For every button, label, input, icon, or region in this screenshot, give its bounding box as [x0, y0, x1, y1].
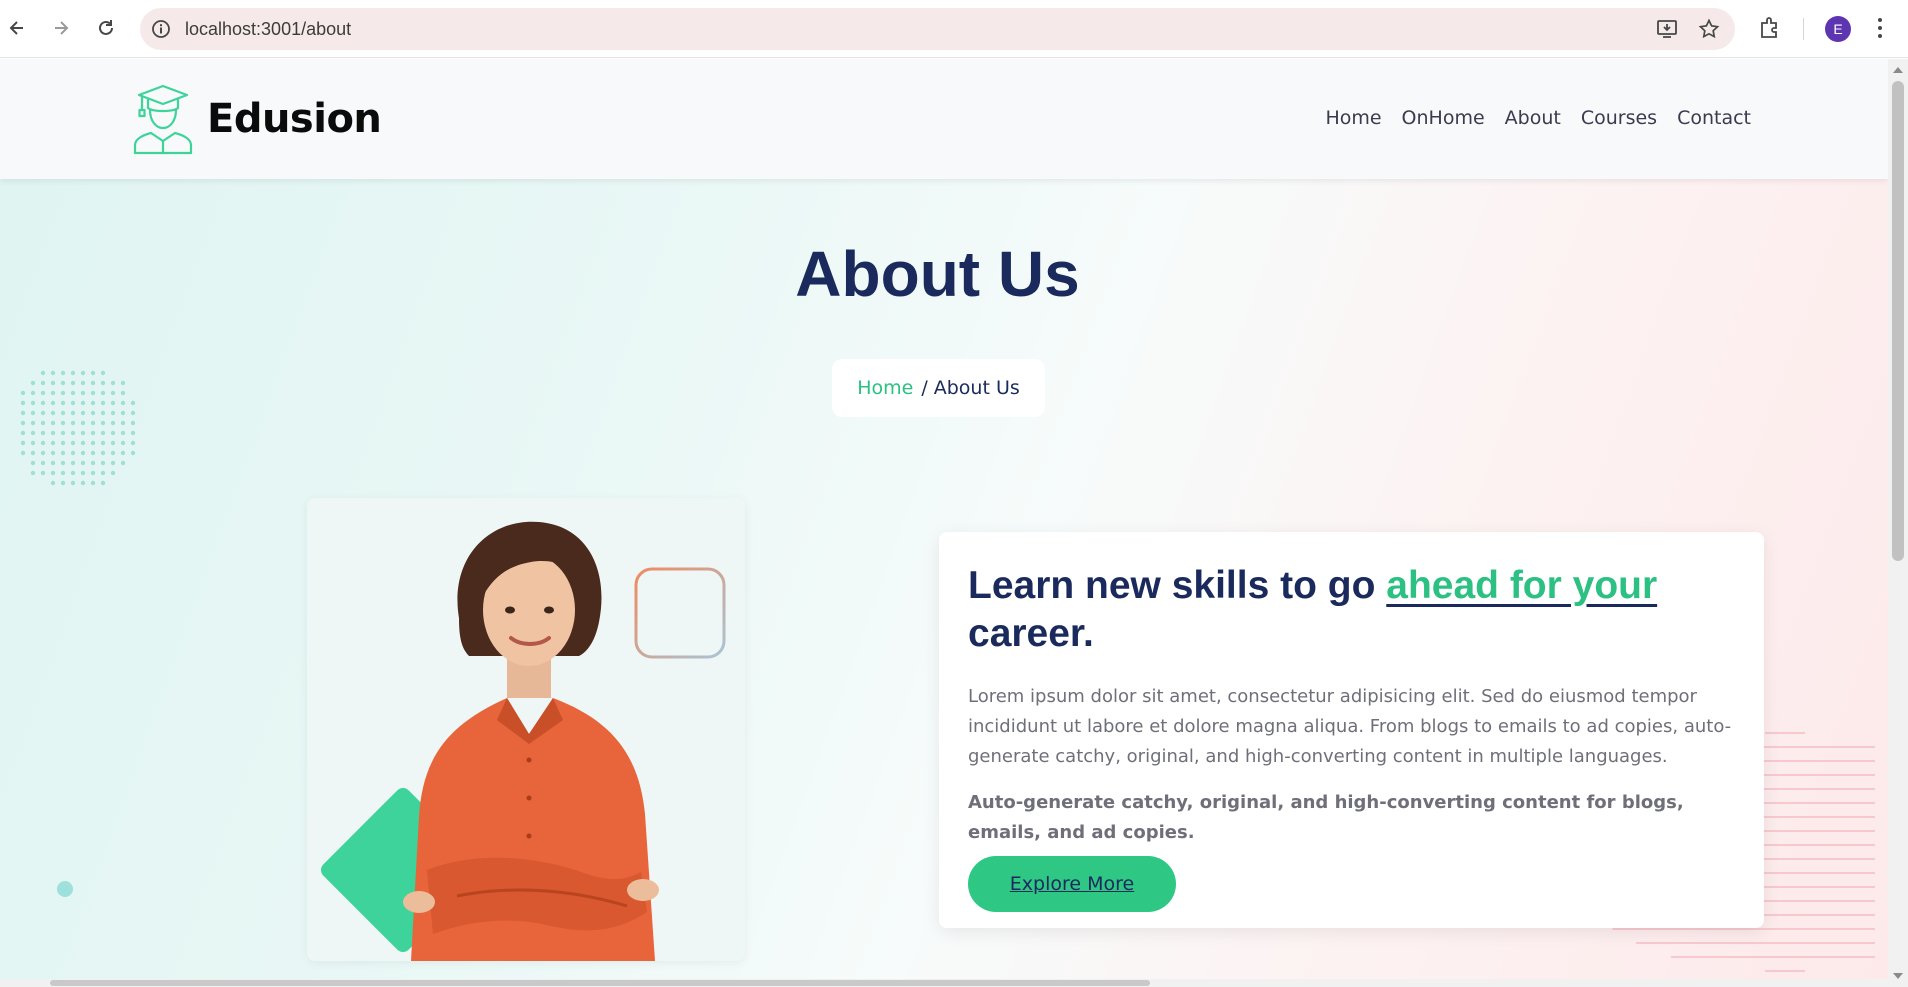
- heading-highlight: ahead for your: [1386, 564, 1658, 607]
- vertical-scrollbar[interactable]: [1888, 59, 1908, 987]
- scroll-down-arrow-icon[interactable]: [1893, 973, 1903, 979]
- url-text[interactable]: localhost:3001/about: [185, 19, 351, 40]
- nav-courses[interactable]: Courses: [1581, 107, 1657, 129]
- breadcrumb-separator: /: [921, 377, 928, 399]
- bookmark-star-icon[interactable]: [1697, 17, 1721, 41]
- woman-portrait-image: [307, 498, 745, 961]
- breadcrumb-home-link[interactable]: Home: [857, 377, 913, 399]
- about-content-card: Learn new skills to go ahead for your ca…: [939, 532, 1764, 928]
- graduate-logo-icon: [133, 84, 193, 155]
- breadcrumb: Home / About Us: [832, 359, 1045, 417]
- toolbar-divider: [1803, 18, 1804, 40]
- extensions-icon[interactable]: [1757, 15, 1783, 41]
- address-bar[interactable]: localhost:3001/about: [140, 8, 1735, 50]
- about-paragraph: Lorem ipsum dolor sit amet, consectetur …: [968, 686, 1732, 767]
- brand-name: Edusion: [207, 96, 382, 142]
- horizontal-scrollbar[interactable]: [0, 979, 1888, 987]
- install-app-icon[interactable]: [1655, 17, 1679, 41]
- explore-more-button[interactable]: Explore More: [968, 856, 1176, 912]
- reload-icon[interactable]: [91, 13, 121, 43]
- page-viewport: Edusion Home OnHome About Courses Contac…: [0, 59, 1888, 979]
- breadcrumb-current: About Us: [933, 377, 1020, 399]
- back-arrow-icon[interactable]: [2, 13, 32, 43]
- heading-start: Learn new skills to go: [968, 564, 1387, 607]
- main-nav: Home OnHome About Courses Contact: [1325, 107, 1751, 129]
- nav-contact[interactable]: Contact: [1677, 107, 1751, 129]
- page-title: About Us: [795, 238, 1080, 310]
- nav-onhome[interactable]: OnHome: [1402, 107, 1485, 129]
- dot-decoration: [57, 881, 73, 897]
- about-heading: Learn new skills to go ahead for your ca…: [968, 562, 1735, 658]
- nav-home[interactable]: Home: [1325, 107, 1381, 129]
- browser-toolbar: localhost:3001/about E: [0, 0, 1908, 58]
- scroll-up-arrow-icon[interactable]: [1893, 67, 1903, 73]
- heading-end: career.: [968, 612, 1094, 655]
- profile-avatar[interactable]: E: [1825, 16, 1851, 42]
- site-info-icon[interactable]: [150, 18, 172, 40]
- more-menu-icon[interactable]: [1868, 14, 1892, 42]
- scrollbar-thumb[interactable]: [1892, 81, 1904, 561]
- dot-pattern-decoration: [20, 370, 136, 486]
- about-image-card: [307, 498, 745, 961]
- site-logo[interactable]: Edusion: [133, 83, 382, 155]
- horizontal-scrollbar-thumb[interactable]: [50, 980, 1150, 986]
- about-bold-paragraph: Auto-generate catchy, original, and high…: [968, 792, 1684, 843]
- site-header: Edusion Home OnHome About Courses Contac…: [0, 59, 1888, 179]
- nav-about[interactable]: About: [1505, 107, 1561, 129]
- forward-arrow-icon[interactable]: [46, 13, 76, 43]
